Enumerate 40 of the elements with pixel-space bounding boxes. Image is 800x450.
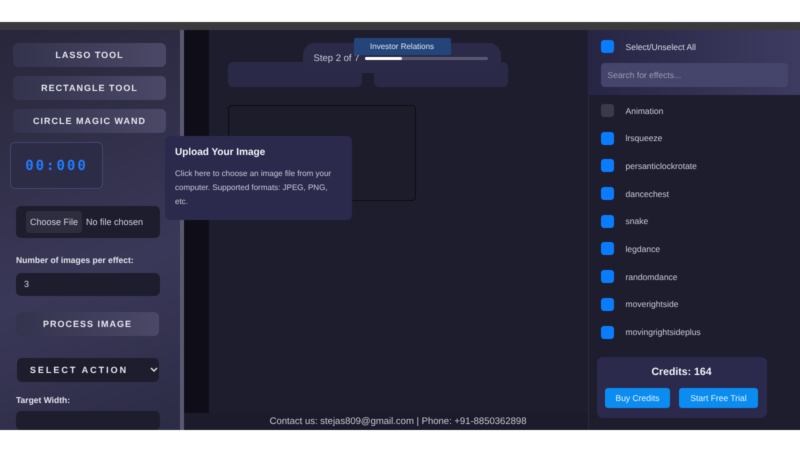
action-select[interactable]: SELECT ACTION (17, 358, 159, 382)
checkbox[interactable] (600, 326, 614, 338)
checkbox[interactable] (600, 298, 614, 311)
checkbox[interactable] (600, 40, 614, 53)
credits-text: Credits: 164 (651, 366, 712, 378)
choose-file-button[interactable]: Choose File (26, 210, 82, 233)
checkbox[interactable] (600, 242, 614, 256)
images-input[interactable]: 3 (16, 272, 160, 296)
effect-label: Animation (626, 106, 664, 116)
tool-button[interactable]: CIRCLE MAGIC WAND (13, 109, 166, 134)
checkbox[interactable] (600, 104, 614, 117)
tool-button[interactable]: RECTANGLE TOOL (13, 76, 166, 100)
checkbox[interactable] (600, 187, 614, 200)
effect-label: snake (626, 216, 648, 226)
effect-label: randomdance (626, 272, 678, 282)
effect-label: lrsqueeze (626, 133, 662, 144)
chevron-down-icon (150, 367, 158, 372)
tool-button[interactable]: LASSO TOOL (13, 43, 166, 68)
process-button[interactable]: PROCESS IMAGE (16, 312, 159, 336)
field-label: Target Width: (16, 394, 72, 405)
checkbox[interactable] (600, 159, 614, 172)
field-label: Number of images per effect: (16, 254, 135, 265)
effect-label: movingrightsideplus (626, 327, 701, 337)
effect-label: moverightside (626, 299, 678, 310)
tooltip-text: Click here to choose an image file from your computer. Supported formats: JPEG, PNG, etc. (175, 168, 332, 208)
width-input[interactable] (16, 410, 160, 430)
timer-display: 00:000 (10, 142, 103, 190)
tooltip-title: Upload Your Image (175, 147, 266, 158)
checkbox[interactable] (600, 270, 614, 284)
search-field[interactable]: Search for effects... (600, 63, 788, 87)
checkbox[interactable] (600, 132, 614, 145)
effect-label: legdance (626, 244, 660, 254)
effect-label: persanticlockrotate (626, 160, 697, 171)
contact-text: Contact us: stejas809@gmail.com | Phone: +91-8850362898 (270, 416, 526, 427)
select-all-label: Select/Unselect All (626, 42, 696, 52)
checkbox[interactable] (600, 214, 614, 228)
investor-relations-tab[interactable]: Investor Relations (354, 38, 451, 55)
file-status: No file chosen (86, 216, 144, 227)
effect-label: dancechest (626, 188, 670, 199)
file-input[interactable]: Choose File No file chosen (16, 206, 160, 238)
